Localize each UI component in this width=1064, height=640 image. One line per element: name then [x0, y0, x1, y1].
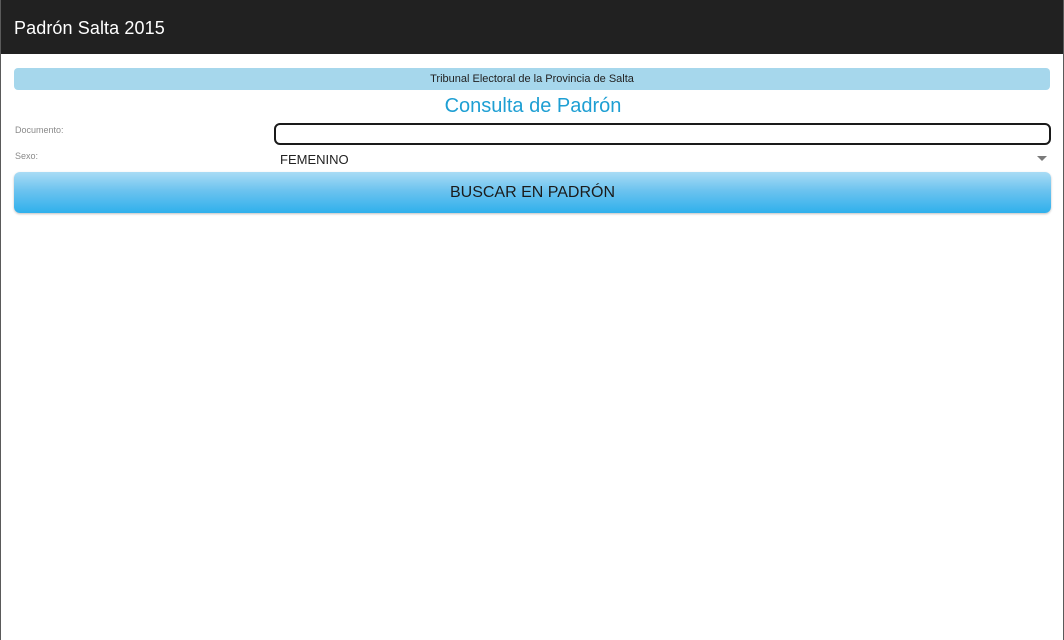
action-bar: Padrón Salta 2015 [1, 0, 1063, 54]
documento-input[interactable] [274, 123, 1051, 145]
search-button[interactable]: BUSCAR EN PADRÓN [14, 172, 1051, 213]
sexo-select[interactable]: FEMENINO [274, 148, 1051, 170]
sexo-selected-value: FEMENINO [280, 152, 349, 167]
sexo-label: Sexo: [15, 151, 39, 161]
page-title: Consulta de Padrón [444, 95, 622, 117]
app-window: Padrón Salta 2015 Tribunal Electoral de … [0, 0, 1064, 640]
app-title: Padrón Salta 2015 [14, 18, 165, 38]
documento-label: Documento: [15, 125, 64, 135]
institution-banner: Tribunal Electoral de la Provincia de Sa… [14, 68, 1050, 90]
chevron-down-icon [1037, 156, 1047, 161]
